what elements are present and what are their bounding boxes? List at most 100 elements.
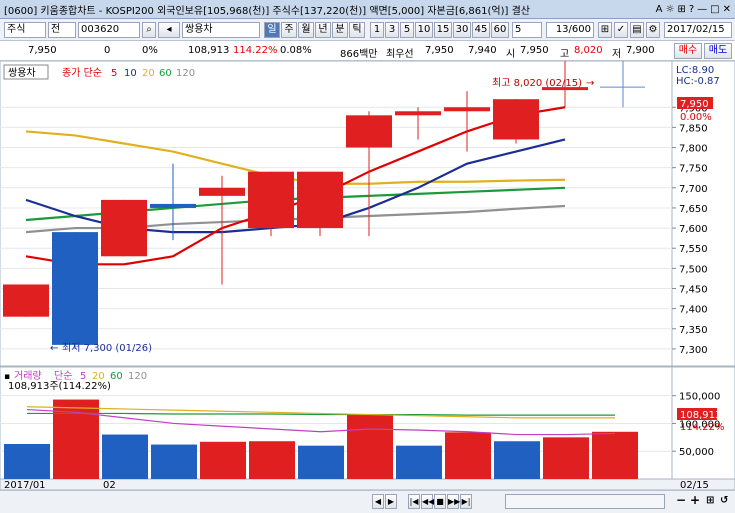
interval-custom-input[interactable]: 5	[512, 22, 542, 38]
window-controls: A ☼ ⊞ ? — □ ✕	[656, 4, 735, 15]
volume-legend-ma60: 60	[110, 371, 123, 382]
crosshair-icon[interactable]: ⊞	[598, 22, 612, 38]
stock-name-field[interactable]: 쌍용차	[182, 22, 260, 38]
candle-body	[150, 203, 196, 208]
gear-icon[interactable]: ⚙	[646, 22, 660, 38]
grid-icon[interactable]: ⊞	[706, 495, 714, 506]
interval-45-button[interactable]: 45	[472, 22, 490, 38]
candle-body	[3, 284, 49, 317]
price-info-bar: 7,950 0 0% 108,913 114.22% 0.08% 866백만 최…	[0, 41, 735, 61]
hc-label: HC:-0.87	[676, 76, 720, 87]
candle-body	[199, 187, 245, 196]
high-label: 고	[560, 49, 570, 60]
stock-chart[interactable]: 7,9007,8507,8007,7507,7007,6507,6007,550…	[0, 61, 735, 490]
candle-body	[52, 232, 98, 345]
minimize-icon[interactable]: —	[697, 4, 707, 15]
high-arrow: →	[586, 78, 594, 89]
candle-body	[444, 107, 490, 112]
search-icon[interactable]: ⌕	[142, 22, 156, 38]
turnover-rate: 0.08%	[280, 45, 312, 56]
volume-tick-label: 150,000	[679, 392, 720, 403]
stock-code-input[interactable]: 003620	[78, 22, 140, 38]
buy-button[interactable]: 매수	[674, 43, 702, 59]
interval-1-button[interactable]: 1	[370, 22, 384, 38]
close-icon[interactable]: ✕	[723, 4, 731, 15]
legend-ma60: 60	[159, 68, 172, 79]
zoom-in-button[interactable]: +	[690, 493, 700, 507]
price-tick-label: 7,400	[679, 305, 708, 316]
high-annotation: 최고 8,020 (02/15)	[492, 77, 582, 89]
volume-bar	[4, 444, 50, 479]
help-icon[interactable]: ?	[689, 4, 694, 15]
scope-select[interactable]: 전	[48, 22, 76, 38]
period-day-button[interactable]: 일	[264, 22, 280, 38]
price-tick-label: 7,850	[679, 123, 708, 134]
nav-last-button[interactable]: ▶|	[460, 494, 472, 509]
candle-body	[101, 199, 147, 257]
layout-icon[interactable]: ⊞	[677, 4, 685, 15]
period-week-button[interactable]: 주	[281, 22, 297, 38]
interval-15-button[interactable]: 15	[434, 22, 452, 38]
volume-bar	[102, 434, 148, 479]
low-annotation: 최저 7,300 (01/26)	[62, 342, 152, 354]
trade-amount: 866백만	[340, 49, 378, 60]
current-pct-tag: 0.00%	[680, 112, 712, 123]
x-axis-label-jan: 2017/01	[4, 480, 46, 490]
interval-30-button[interactable]: 30	[453, 22, 471, 38]
price-tick-label: 7,550	[679, 244, 708, 255]
date-input[interactable]: 2017/02/15	[664, 22, 732, 38]
volume-bar	[347, 414, 393, 479]
trade-volume: 108,913	[188, 45, 230, 56]
price-tick-label: 7,600	[679, 224, 708, 235]
price-tick-label: 7,350	[679, 325, 708, 336]
volume-bar	[249, 441, 295, 479]
candle-body	[248, 171, 294, 229]
settings-icon[interactable]: ☼	[665, 4, 674, 15]
refresh-icon[interactable]: ↺	[720, 495, 728, 506]
x-axis-label-feb: 02	[103, 480, 116, 490]
nav-first-button[interactable]: |◀	[408, 494, 420, 509]
nav-forward-button[interactable]: ▶▶	[447, 494, 460, 509]
period-month-button[interactable]: 월	[298, 22, 314, 38]
nav-left-button[interactable]: ◀	[372, 494, 384, 509]
volume-bar	[445, 432, 491, 479]
interval-3-button[interactable]: 3	[385, 22, 399, 38]
period-year-button[interactable]: 년	[315, 22, 331, 38]
sound-icon[interactable]: ◂	[158, 22, 180, 38]
volume-bar	[200, 441, 246, 479]
period-tick-button[interactable]: 틱	[349, 22, 365, 38]
candle-body	[395, 111, 441, 116]
scroll-slider[interactable]	[505, 494, 665, 509]
price-change: 0	[104, 45, 111, 56]
low-annotation-arrow: ←	[50, 343, 58, 354]
interval-60-button[interactable]: 60	[491, 22, 509, 38]
nav-right-button[interactable]: ▶	[385, 494, 397, 509]
zoom-out-button[interactable]: −	[676, 493, 686, 507]
volume-current-pct-tag: 114.22%	[680, 422, 725, 433]
nav-rewind-button[interactable]: ◀◀	[421, 494, 434, 509]
legend-stock-name: 쌍용차	[8, 67, 36, 79]
volume-ratio: 114.22%	[233, 45, 278, 56]
current-price-tag-text: 7,950	[680, 99, 709, 110]
price-tick-label: 7,500	[679, 264, 708, 275]
check-icon[interactable]: ✓	[614, 22, 628, 38]
market-select[interactable]: 주식	[4, 22, 46, 38]
interval-5-button[interactable]: 5	[400, 22, 414, 38]
open-label: 시	[506, 49, 516, 60]
price-tick-label: 7,750	[679, 164, 708, 175]
legend-ma20: 20	[142, 68, 155, 79]
nav-stop-button[interactable]: ■	[434, 494, 446, 509]
maximize-icon[interactable]: □	[710, 4, 719, 15]
period-minute-button[interactable]: 분	[332, 22, 348, 38]
price-tick-label: 7,700	[679, 184, 708, 195]
window-titlebar: [0600] 키움종합차트 - KOSPI200 외국인보유[105,968(천…	[0, 0, 735, 19]
interval-10-button[interactable]: 10	[415, 22, 433, 38]
lc-label: LC:8.90	[676, 65, 714, 76]
font-icon[interactable]: A	[656, 4, 663, 15]
volume-tick-label: 50,000	[679, 447, 714, 458]
volume-bar	[543, 437, 589, 479]
save-icon[interactable]: ▤	[630, 22, 644, 38]
data-count-input[interactable]: 13/600	[546, 22, 594, 38]
sell-button[interactable]: 매도	[704, 43, 732, 59]
low-label: 저	[612, 49, 622, 60]
